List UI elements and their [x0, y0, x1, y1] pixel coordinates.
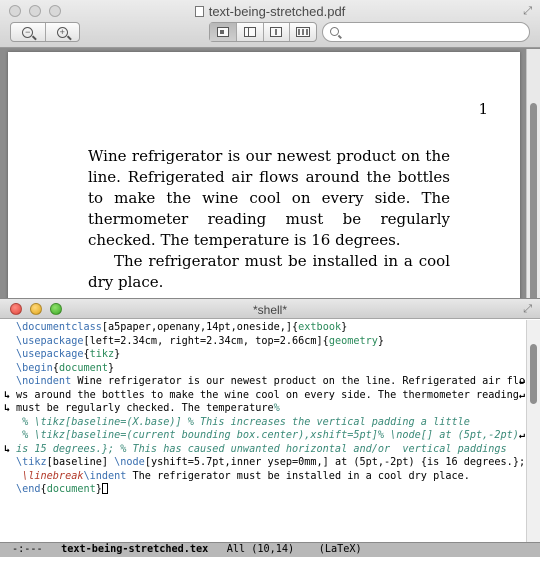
code-token: \tikz	[16, 457, 47, 468]
modeline-mode: (LaTeX)	[318, 544, 362, 555]
contact-sheet-icon	[296, 27, 311, 37]
code-token: % \tikz[baseline=(X.base)] % This increa…	[16, 416, 470, 428]
code-line: \end{document}	[0, 483, 525, 497]
pdf-titlebar: text-being-stretched.pdf ⤢ − +	[0, 0, 540, 48]
fullscreen-icon[interactable]: ⤢	[523, 5, 532, 18]
search-field[interactable]	[322, 22, 530, 42]
single-page-icon	[216, 27, 229, 37]
code-token: % \tikz[baseline=(current bounding box.c…	[16, 430, 525, 441]
zoom-out-icon: −	[22, 26, 34, 38]
code-token: document	[58, 362, 109, 374]
wrap-continuation-icon: ↳	[4, 443, 11, 455]
code-token: document	[46, 484, 96, 495]
code-token: \usepackage	[16, 335, 84, 347]
code-token: \usepackage	[16, 349, 84, 360]
pdf-scroll-thumb[interactable]	[530, 103, 537, 300]
pdf-viewer-window: text-being-stretched.pdf ⤢ − + 1 Wine re…	[0, 0, 540, 300]
code-line: % \tikz[baseline=(X.base)] % This increa…	[0, 416, 525, 430]
code-token: \indent	[83, 470, 127, 482]
view-mode-controls	[209, 22, 317, 42]
code-token: \node	[114, 457, 145, 468]
code-line: \noindent Wine refrigerator is our newes…	[0, 375, 525, 389]
code-token: [left=2.34cm, right=2.34cm, top=2.66cm]	[83, 335, 323, 347]
zoom-in-icon: +	[56, 26, 68, 38]
code-token: \documentclass	[16, 322, 102, 333]
wrap-arrow-icon: ↵	[518, 389, 525, 401]
page-number: 1	[478, 100, 488, 118]
pdf-page[interactable]: 1 Wine refrigerator is our newest produc…	[8, 52, 520, 300]
code-token: \begin	[16, 362, 53, 374]
code-token: %	[273, 403, 280, 414]
view-sidebar-button[interactable]	[235, 23, 263, 41]
page-body: Wine refrigerator is our newest product …	[88, 146, 450, 293]
document-icon	[194, 6, 204, 17]
pdf-scrollbar[interactable]	[526, 49, 540, 300]
code-token: Wine refrigerator is our newest product …	[71, 376, 525, 387]
wrap-arrow-icon: ↵	[518, 376, 525, 387]
view-thumbnails-button[interactable]	[262, 23, 290, 41]
emacs-window: *shell* ⤢ \documentclass[a5paper,openany…	[0, 298, 540, 567]
thumbnails-icon	[270, 27, 283, 37]
emacs-scroll-thumb[interactable]	[530, 344, 537, 404]
zoom-out-button[interactable]: −	[11, 23, 45, 41]
modeline-position: All (10,14)	[226, 544, 295, 555]
fullscreen-icon[interactable]: ⤢	[523, 303, 532, 316]
code-token: \end	[16, 484, 41, 495]
code-token: [baseline]	[46, 457, 115, 468]
code-token: tikz	[89, 349, 115, 360]
emacs-titlebar: *shell* ⤢	[0, 299, 540, 319]
code-token: must be regularly checked. The temperatu…	[16, 403, 274, 414]
view-contact-sheet-button[interactable]	[289, 23, 316, 41]
code-editor[interactable]: \documentclass[a5paper,openany,14pt,ones…	[0, 321, 525, 541]
code-line: \usepackage[left=2.34cm, right=2.34cm, t…	[0, 335, 525, 349]
code-line: ↳ must be regularly checked. The temperat…	[0, 402, 525, 416]
code-line: ↳ is 15 degrees.}; % This has caused unwa…	[0, 443, 525, 457]
window-title: text-being-stretched.pdf	[0, 4, 540, 19]
paragraph: The refrigerator must be installed in a …	[88, 252, 450, 291]
wrap-continuation-icon: ↳	[4, 389, 11, 401]
code-token: [a5paper,openany,14pt,oneside,]	[101, 322, 293, 333]
search-icon	[330, 27, 339, 36]
code-token: extbook	[298, 322, 342, 333]
code-line: ↳ ws around the bottles to make the wine …	[0, 389, 525, 403]
emacs-title: *shell*	[252, 303, 288, 317]
zoom-in-button[interactable]: +	[44, 23, 80, 41]
paragraph: Wine refrigerator is our newest product …	[88, 147, 450, 249]
search-input[interactable]	[343, 25, 523, 39]
code-token: is 15 degrees.}; % This has caused unwan…	[16, 443, 507, 455]
code-token: }	[377, 335, 385, 347]
text-cursor	[101, 483, 108, 494]
code-token: geometry	[328, 335, 378, 347]
code-line: \tikz[baseline] \node[yshift=5.7pt,inner…	[0, 456, 525, 470]
mode-line: -:--- text-being-stretched.tex All (10,1…	[0, 542, 540, 557]
wrap-continuation-icon: ↳	[4, 403, 11, 414]
code-line: \documentclass[a5paper,openany,14pt,ones…	[0, 321, 525, 335]
code-line: \linebreak\indent The refrigerator must …	[0, 470, 525, 484]
code-token: ws around the bottles to make the wine c…	[16, 389, 525, 401]
minibuffer[interactable]	[0, 557, 540, 567]
code-token: }	[108, 362, 115, 374]
code-token: \linebreak	[16, 470, 84, 482]
code-token: [yshift=5.7pt,inner ysep=0mm,] at (5pt,-…	[144, 457, 525, 468]
view-single-page-button[interactable]	[210, 23, 236, 41]
wrap-arrow-icon: ↵	[518, 430, 525, 441]
sidebar-icon	[243, 27, 256, 37]
code-line: % \tikz[baseline=(current bounding box.c…	[0, 429, 525, 443]
modeline-status: -:---	[12, 544, 43, 555]
modeline-buffer-name: text-being-stretched.tex	[61, 544, 209, 555]
emacs-scrollbar[interactable]	[526, 320, 540, 542]
code-token: }	[341, 322, 348, 333]
window-title-text: text-being-stretched.pdf	[208, 4, 346, 19]
zoom-controls: − +	[10, 22, 80, 42]
code-token: }	[114, 349, 121, 360]
code-token: \noindent	[16, 376, 72, 387]
code-line: \begin{document}	[0, 362, 525, 376]
code-line: \usepackage{tikz}	[0, 348, 525, 362]
code-token: The refrigerator must be installed in a …	[126, 470, 470, 482]
